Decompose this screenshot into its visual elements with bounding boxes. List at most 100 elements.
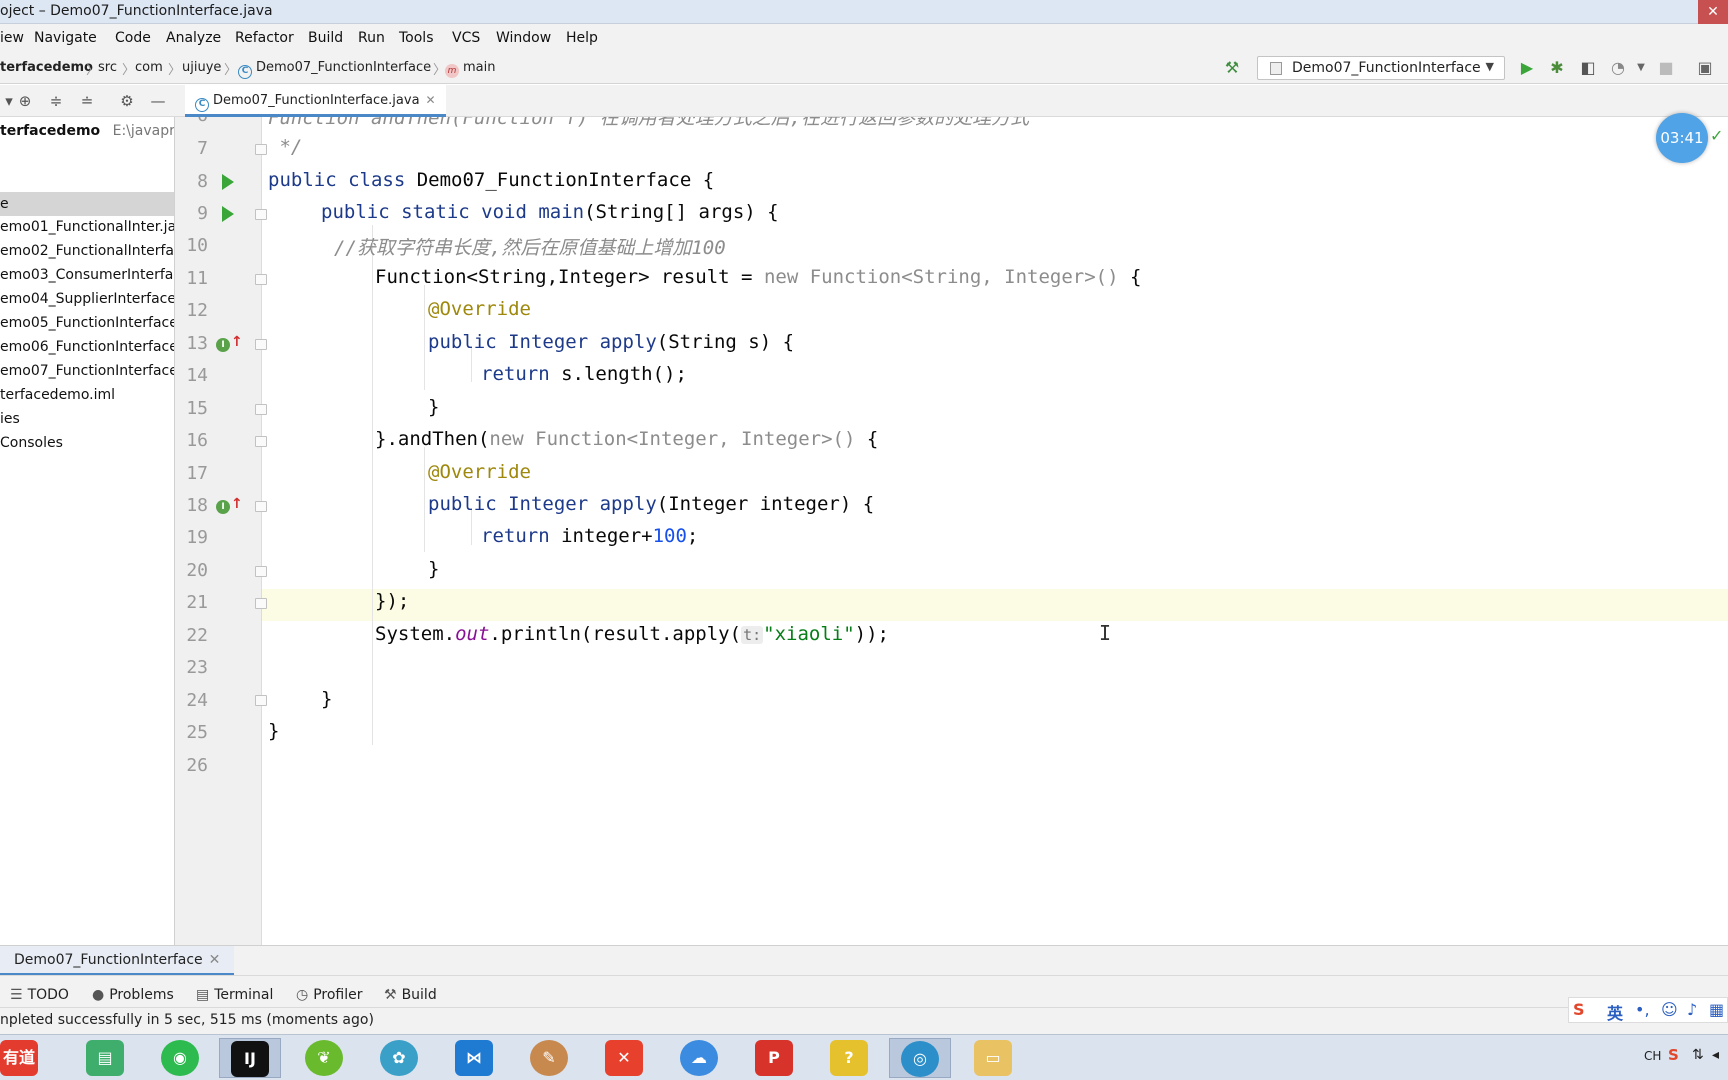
menu-view[interactable]: iew bbox=[0, 30, 24, 46]
tree-item[interactable]: emo01_FunctionalInter.jav bbox=[0, 216, 174, 238]
tray-language[interactable]: CH bbox=[1644, 1049, 1661, 1063]
hide-icon[interactable]: — bbox=[149, 92, 167, 110]
breadcrumb-package[interactable]: ujiuye bbox=[182, 60, 221, 75]
run-icon[interactable]: ▶ bbox=[1516, 57, 1538, 79]
taskbar-app[interactable]: 有道 bbox=[0, 1038, 62, 1078]
tree-item[interactable]: emo07_FunctionInterface bbox=[0, 360, 174, 382]
tree-item[interactable]: emo05_FunctionInterface bbox=[0, 312, 174, 334]
menu-run[interactable]: Run bbox=[358, 30, 385, 46]
sogou-icon[interactable]: S bbox=[1573, 1000, 1585, 1019]
fold-marker-icon[interactable] bbox=[255, 144, 267, 155]
taskbar-app[interactable]: ✕ bbox=[594, 1038, 656, 1078]
breadcrumb-method[interactable]: m main bbox=[445, 60, 495, 78]
window-title: oject – Demo07_FunctionInterface.java bbox=[0, 3, 273, 19]
stop-icon[interactable]: ■ bbox=[1655, 57, 1677, 79]
chevron-down-icon[interactable]: ▼ bbox=[1630, 57, 1652, 79]
close-icon[interactable]: ✕ bbox=[209, 952, 221, 968]
coverage-icon[interactable]: ◧ bbox=[1577, 57, 1599, 79]
fold-marker-icon[interactable] bbox=[255, 404, 267, 415]
class-icon: C bbox=[195, 98, 209, 112]
collapse-all-icon[interactable]: ≐ bbox=[78, 92, 96, 110]
taskbar-app[interactable]: ▭ bbox=[963, 1038, 1025, 1078]
run-tab[interactable]: Demo07_FunctionInterface ✕ bbox=[0, 946, 235, 976]
fold-marker-icon[interactable] bbox=[255, 274, 267, 285]
tool-terminal[interactable]: ▤ Terminal bbox=[196, 987, 273, 1003]
project-structure-icon[interactable]: ▣ bbox=[1694, 57, 1716, 79]
taskbar-app[interactable]: ☁ bbox=[669, 1038, 731, 1078]
volume-icon[interactable]: ◂ bbox=[1712, 1047, 1719, 1063]
tree-item[interactable]: emo03_ConsumerInterfac bbox=[0, 264, 174, 286]
tree-item[interactable]: emo06_FunctionInterface bbox=[0, 336, 174, 358]
chevron-down-icon: ▼ bbox=[1485, 60, 1494, 73]
punctuation-icon[interactable]: •, bbox=[1635, 1000, 1650, 1019]
breadcrumb-src[interactable]: src bbox=[98, 60, 117, 75]
code-editor[interactable]: 6 7 8 9 10 11 12 13 14 15 16 17 18 19 20… bbox=[175, 117, 1728, 945]
taskbar-app[interactable]: IJ bbox=[219, 1038, 281, 1078]
run-class-icon[interactable] bbox=[222, 174, 234, 190]
menu-refactor[interactable]: Refactor bbox=[235, 30, 294, 46]
close-window-button[interactable]: ✕ bbox=[1698, 0, 1728, 24]
menu-analyze[interactable]: Analyze bbox=[166, 30, 221, 46]
gear-icon[interactable]: ⚙ bbox=[118, 92, 136, 110]
taskbar-app[interactable]: ▤ bbox=[75, 1038, 137, 1078]
fold-marker-icon[interactable] bbox=[255, 598, 267, 609]
menu-help[interactable]: Help bbox=[566, 30, 598, 46]
close-icon[interactable]: ✕ bbox=[426, 93, 436, 107]
tree-item[interactable]: emo04_SupplierInterface bbox=[0, 288, 174, 310]
grid-icon[interactable]: ▦ bbox=[1709, 1000, 1724, 1019]
menu-window[interactable]: Window bbox=[496, 30, 551, 46]
menu-tools[interactable]: Tools bbox=[399, 30, 434, 46]
fold-marker-icon[interactable] bbox=[255, 501, 267, 512]
tool-build[interactable]: ⚒ Build bbox=[384, 987, 437, 1003]
tool-problems[interactable]: ● Problems bbox=[92, 987, 174, 1003]
taskbar-app[interactable]: ⋈ bbox=[444, 1038, 506, 1078]
run-main-icon[interactable] bbox=[222, 206, 234, 222]
fold-marker-icon[interactable] bbox=[255, 209, 267, 220]
menu-build[interactable]: Build bbox=[308, 30, 343, 46]
taskbar-app[interactable]: ◉ bbox=[150, 1038, 212, 1078]
taskbar-app[interactable]: ✿ bbox=[369, 1038, 431, 1078]
menu-vcs[interactable]: VCS bbox=[452, 30, 480, 46]
fold-marker-icon[interactable] bbox=[255, 695, 267, 706]
breadcrumb-com[interactable]: com bbox=[135, 60, 163, 75]
code-token: public bbox=[428, 331, 509, 353]
debug-icon[interactable]: ✱ bbox=[1546, 57, 1568, 79]
project-root-path: E:\javaproje bbox=[112, 123, 175, 139]
tree-item[interactable]: ies bbox=[0, 408, 20, 430]
tree-item[interactable]: Consoles bbox=[0, 432, 63, 454]
sogou-tray-icon[interactable]: S bbox=[1668, 1046, 1679, 1064]
microphone-icon[interactable]: ♪ bbox=[1687, 1000, 1697, 1019]
tree-item[interactable]: e bbox=[0, 193, 9, 215]
breadcrumb-module[interactable]: terfacedemo bbox=[0, 60, 93, 75]
taskbar-app[interactable]: ❦ bbox=[294, 1038, 356, 1078]
taskbar-app[interactable]: ? bbox=[819, 1038, 881, 1078]
tool-profiler[interactable]: ◷ Profiler bbox=[296, 987, 363, 1003]
project-toolbar: ▾ ⊕ ≑ ≐ ⚙ — bbox=[0, 85, 175, 117]
tree-item[interactable]: terfacedemo.iml bbox=[0, 384, 115, 406]
taskbar-app[interactable]: ◎ bbox=[889, 1038, 951, 1078]
taskbar-app[interactable]: ✎ bbox=[519, 1038, 581, 1078]
tree-item[interactable]: emo02_FunctionalInterfac bbox=[0, 240, 174, 262]
fold-marker-icon[interactable] bbox=[255, 436, 267, 447]
profile-icon[interactable]: ◔ bbox=[1607, 57, 1629, 79]
build-hammer-icon[interactable]: ⚒ bbox=[1221, 57, 1243, 79]
taskbar-app[interactable]: P bbox=[744, 1038, 806, 1078]
expand-all-icon[interactable]: ≑ bbox=[47, 92, 65, 110]
project-root[interactable]: terfacedemo E:\javaproje bbox=[0, 120, 175, 142]
fold-marker-icon[interactable] bbox=[255, 566, 267, 577]
tool-todo[interactable]: ☰ TODO bbox=[10, 987, 69, 1003]
breadcrumb-class[interactable]: C Demo07_FunctionInterface bbox=[238, 60, 431, 79]
implements-method-icon[interactable]: I bbox=[216, 500, 230, 514]
implements-method-icon[interactable]: I bbox=[216, 338, 230, 352]
run-configuration-select[interactable]: Demo07_FunctionInterface ▼ bbox=[1257, 56, 1505, 80]
tab-label: Demo07_FunctionInterface.java bbox=[213, 93, 420, 108]
network-icon[interactable]: ⇅ bbox=[1692, 1047, 1704, 1063]
ime-language[interactable]: 英 bbox=[1607, 1000, 1623, 1024]
emoji-icon[interactable]: ☺ bbox=[1661, 1000, 1678, 1019]
fold-marker-icon[interactable] bbox=[255, 339, 267, 350]
tab-demo07[interactable]: C Demo07_FunctionInterface.java ✕ bbox=[185, 85, 446, 117]
menu-code[interactable]: Code bbox=[115, 30, 151, 46]
code-line-10: //获取字符串长度,然后在原值基础上增加100 bbox=[334, 237, 726, 259]
locate-icon[interactable]: ⊕ bbox=[16, 92, 34, 110]
menu-navigate[interactable]: Navigate bbox=[34, 30, 97, 46]
